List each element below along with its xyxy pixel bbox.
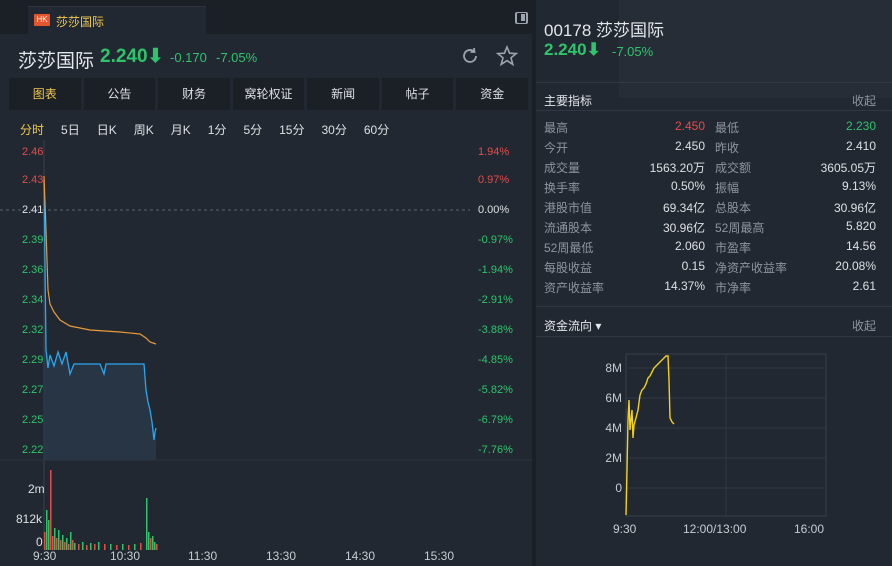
menu-financials[interactable]: 财务 — [158, 78, 230, 110]
menu-capital[interactable]: 资金 — [456, 78, 529, 110]
pct-tick: -2.91% — [478, 294, 513, 306]
price-tick: 2.22 — [22, 444, 44, 456]
capital-flow-chart — [625, 353, 827, 517]
period-intraday[interactable]: 分时 — [20, 121, 44, 138]
price-tick: 2.36 — [22, 264, 44, 276]
capital-flow-line — [625, 355, 675, 516]
hk-badge: HK — [34, 14, 50, 26]
pct-tick: -3.88% — [478, 324, 513, 336]
price-tick: 2.32 — [22, 324, 44, 336]
refresh-icon[interactable] — [460, 46, 480, 66]
flow-y-tick: 4M — [605, 421, 622, 435]
stock-name: 莎莎国际 — [18, 51, 95, 72]
flow-x-tick: 12:00/13:00 — [683, 522, 747, 536]
stock-tab[interactable]: HK 莎莎国际 — [28, 6, 206, 35]
pct-tick: -1.94% — [478, 264, 513, 276]
period-5day[interactable]: 5日 — [61, 121, 80, 138]
pct-tick: 0.97% — [478, 174, 510, 186]
price-tick: 2.34 — [22, 294, 44, 306]
pct-tick: -7.76% — [478, 444, 513, 456]
menu-warrants[interactable]: 窝轮权证 — [232, 78, 305, 110]
price-change-pct: -7.05% — [216, 50, 258, 65]
tab-bar: HK 莎莎国际 — [0, 0, 532, 35]
time-tick: 9:30 — [33, 549, 57, 563]
time-tick: 14:30 — [345, 549, 376, 563]
intraday-chart — [0, 140, 532, 550]
period-monthly[interactable]: 月K — [171, 121, 191, 138]
tab-title: 莎莎国际 — [56, 15, 105, 29]
star-icon[interactable] — [496, 45, 518, 67]
volume-tick: 2m — [28, 482, 45, 496]
flow-y-tick: 0 — [615, 481, 622, 495]
time-tick: 13:30 — [266, 549, 297, 563]
flow-x-tick: 16:00 — [794, 522, 825, 536]
price-tick: 2.27 — [22, 384, 44, 396]
time-tick: 10:30 — [110, 549, 141, 563]
volume-tick: 812k — [16, 512, 43, 526]
volume-bars — [44, 470, 158, 550]
pct-tick: 0.00% — [478, 204, 510, 216]
function-menu: 图表 公告 财务 窝轮权证 新闻 帖子 资金 — [9, 78, 529, 110]
menu-posts[interactable]: 帖子 — [381, 78, 454, 110]
pct-tick: -4.85% — [478, 354, 513, 366]
price-change: -0.170 — [170, 50, 207, 65]
time-tick: 11:30 — [188, 549, 218, 563]
pct-tick: 1.94% — [478, 146, 510, 158]
flow-y-tick: 8M — [605, 361, 622, 375]
panel-toggle-icon[interactable] — [516, 12, 528, 24]
price-tick: 2.41 — [22, 204, 44, 216]
menu-announcements[interactable]: 公告 — [83, 78, 156, 110]
last-price: 2.240⬇ — [100, 46, 164, 67]
price-tick: 2.43 — [22, 174, 44, 186]
pct-tick: -5.82% — [478, 384, 513, 396]
quote-panel: HK 莎莎国际 莎莎国际 2.240⬇ -0.170 -7.05% 图表 公告 … — [0, 0, 532, 566]
period-weekly[interactable]: 周K — [134, 121, 154, 138]
avg-price-line — [43, 175, 157, 345]
time-tick: 15:30 — [424, 549, 455, 563]
period-30min[interactable]: 30分 — [321, 121, 346, 138]
price-tick: 2.29 — [22, 354, 44, 366]
flow-y-tick: 6M — [605, 391, 622, 405]
period-1min[interactable]: 1分 — [208, 121, 227, 138]
menu-news[interactable]: 新闻 — [307, 78, 379, 110]
volume-tick: 0 — [36, 535, 43, 549]
period-15min[interactable]: 15分 — [279, 121, 304, 138]
period-60min[interactable]: 60分 — [364, 121, 389, 138]
period-selector: 分时 5日 日K 周K 月K 1分 5分 15分 30分 60分 — [20, 121, 406, 138]
price-tick: 2.39 — [22, 234, 44, 246]
pct-tick: -0.97% — [478, 234, 513, 246]
price-tick: 2.25 — [22, 414, 44, 426]
pct-tick: -6.79% — [478, 414, 513, 426]
period-daily[interactable]: 日K — [97, 121, 117, 138]
menu-chart[interactable]: 图表 — [9, 78, 81, 110]
price-tick: 2.46 — [22, 146, 44, 158]
details-panel: 00178 莎莎国际 2.240⬇ -7.05% 主要指标 收起 最高 2.45… — [516, 0, 892, 566]
flow-y-tick: 2M — [605, 451, 622, 465]
flow-x-tick: 9:30 — [613, 522, 637, 536]
period-5min[interactable]: 5分 — [243, 121, 262, 138]
